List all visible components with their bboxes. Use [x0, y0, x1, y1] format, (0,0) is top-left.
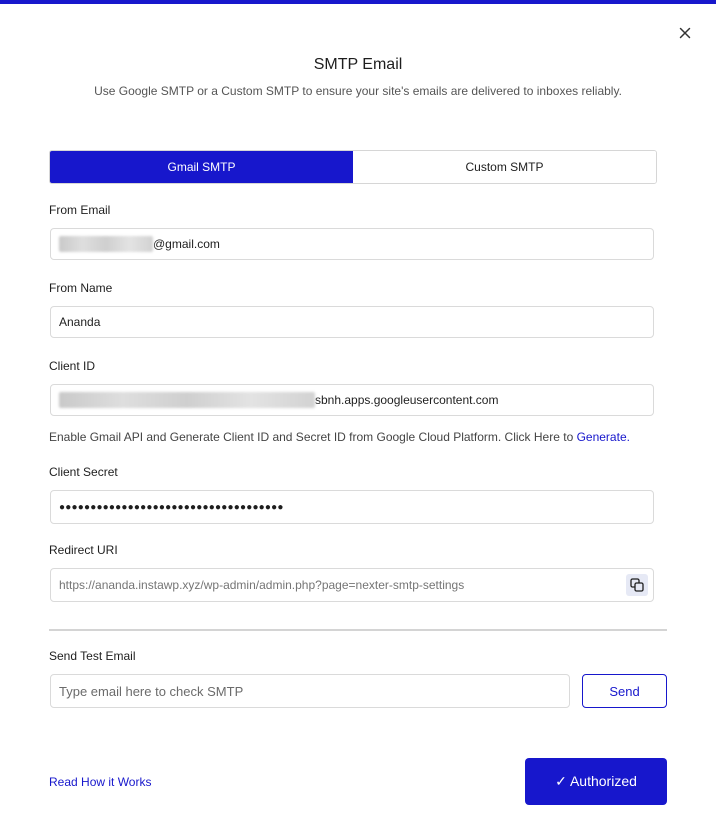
redacted-text: [59, 392, 315, 408]
client-secret-field[interactable]: ●●●●●●●●●●●●●●●●●●●●●●●●●●●●●●●●●●●●: [50, 490, 654, 524]
test-email-label: Send Test Email: [49, 649, 136, 663]
authorized-button[interactable]: ✓ Authorized: [525, 758, 667, 805]
section-divider: [49, 629, 667, 631]
dialog-subtitle: Use Google SMTP or a Custom SMTP to ensu…: [94, 84, 622, 98]
close-icon: [679, 27, 691, 39]
redirect-uri-field: https://ananda.instawp.xyz/wp-admin/admi…: [50, 568, 654, 602]
client-secret-label: Client Secret: [49, 465, 118, 479]
tab-gmail-smtp[interactable]: Gmail SMTP: [50, 151, 353, 183]
copy-button[interactable]: [626, 574, 648, 596]
redirect-uri-label: Redirect URI: [49, 543, 118, 557]
from-email-field[interactable]: @gmail.com: [50, 228, 654, 260]
from-name-field[interactable]: Ananda: [50, 306, 654, 338]
generate-link[interactable]: Generate.: [577, 430, 630, 444]
client-id-field[interactable]: sbnh.apps.googleusercontent.com: [50, 384, 654, 416]
send-button[interactable]: Send: [582, 674, 667, 708]
redacted-text: [59, 236, 153, 252]
copy-icon: [630, 578, 644, 592]
read-how-it-works-link[interactable]: Read How it Works: [49, 775, 151, 789]
smtp-type-tabs: Gmail SMTP Custom SMTP: [49, 150, 657, 184]
client-id-help-text: Enable Gmail API and Generate Client ID …: [49, 430, 577, 444]
from-email-value: @gmail.com: [153, 237, 220, 251]
client-id-label: Client ID: [49, 359, 96, 373]
from-name-label: From Name: [49, 281, 113, 295]
redirect-uri-value: https://ananda.instawp.xyz/wp-admin/admi…: [59, 578, 465, 592]
dialog-title: SMTP Email: [313, 56, 403, 73]
test-email-input[interactable]: [50, 674, 570, 708]
from-name-value: Ananda: [59, 315, 101, 329]
top-accent-bar: [0, 0, 716, 4]
client-id-value: sbnh.apps.googleusercontent.com: [315, 393, 499, 407]
close-button[interactable]: [674, 22, 696, 44]
client-id-help: Enable Gmail API and Generate Client ID …: [49, 430, 630, 444]
from-email-label: From Email: [49, 203, 111, 217]
tab-custom-smtp[interactable]: Custom SMTP: [353, 151, 656, 183]
client-secret-value: ●●●●●●●●●●●●●●●●●●●●●●●●●●●●●●●●●●●●: [59, 501, 284, 513]
